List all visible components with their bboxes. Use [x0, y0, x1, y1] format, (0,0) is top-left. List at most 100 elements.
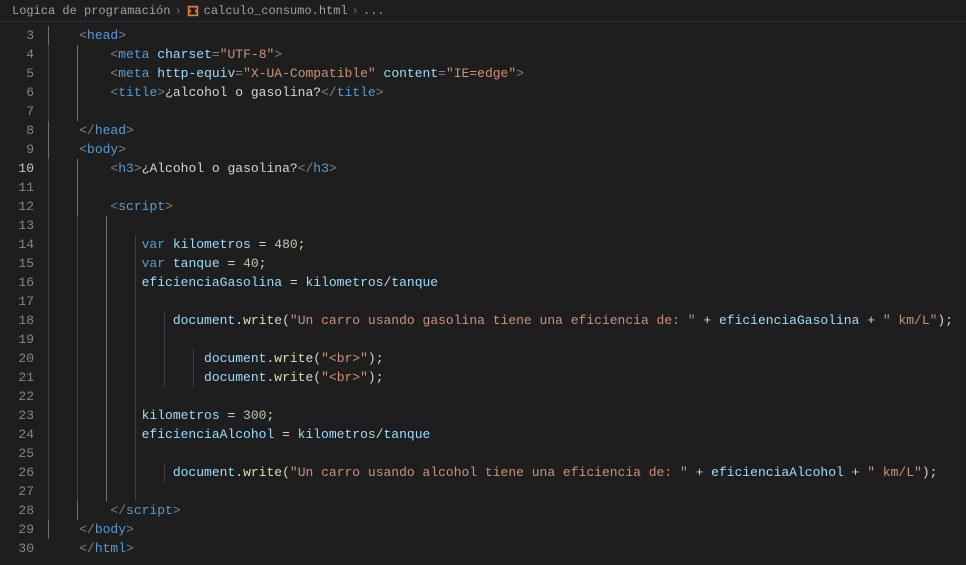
code-line[interactable]: <body> — [48, 140, 966, 159]
code-line[interactable]: document.write("Un carro usando gasolina… — [48, 311, 966, 330]
code-token: </ — [79, 541, 95, 556]
code-token: body — [87, 142, 118, 157]
indent-guide — [77, 368, 78, 387]
code-line[interactable]: <meta charset="UTF-8"> — [48, 45, 966, 64]
code-token: tanque — [383, 427, 430, 442]
code-line[interactable] — [48, 102, 966, 121]
code-line[interactable] — [48, 330, 966, 349]
code-token — [165, 237, 173, 252]
line-number: 23 — [0, 406, 34, 425]
indent-guide — [135, 273, 136, 292]
line-number: 10 — [0, 159, 34, 178]
code-token: title — [118, 85, 157, 100]
indent-guide — [193, 368, 194, 387]
indent-guide — [48, 159, 49, 178]
code-token — [48, 28, 79, 43]
code-line[interactable]: <h3>¿Alcohol o gasolina?</h3> — [48, 159, 966, 178]
indent-guide — [48, 520, 49, 539]
code-line[interactable]: eficienciaAlcohol = kilometros/tanque — [48, 425, 966, 444]
code-token: ( — [282, 313, 290, 328]
code-token: html — [95, 541, 126, 556]
indent-guide — [77, 254, 78, 273]
code-line[interactable]: </html> — [48, 539, 966, 558]
code-token: > — [134, 161, 142, 176]
line-number: 11 — [0, 178, 34, 197]
code-line[interactable]: </head> — [48, 121, 966, 140]
code-line[interactable]: <head> — [48, 26, 966, 45]
code-line[interactable]: <meta http-equiv="X-UA-Compatible" conte… — [48, 64, 966, 83]
line-number: 28 — [0, 501, 34, 520]
indent-guide — [48, 83, 49, 102]
indent-guide — [164, 463, 165, 482]
indent-guide — [48, 406, 49, 425]
code-token: write — [243, 313, 282, 328]
breadcrumb-tail[interactable]: ... — [363, 4, 385, 18]
code-line[interactable]: document.write("Un carro usando alcohol … — [48, 463, 966, 482]
code-token: 300 — [243, 408, 266, 423]
code-area[interactable]: <head> <meta charset="UTF-8"> <meta http… — [48, 22, 966, 565]
code-line[interactable] — [48, 292, 966, 311]
code-token — [48, 541, 79, 556]
code-line[interactable]: </script> — [48, 501, 966, 520]
code-line[interactable]: <title>¿alcohol o gasolina?</title> — [48, 83, 966, 102]
indent-guide — [106, 273, 107, 292]
line-number: 21 — [0, 368, 34, 387]
code-line[interactable]: var tanque = 40; — [48, 254, 966, 273]
code-token: script — [126, 503, 173, 518]
code-token — [48, 427, 142, 442]
code-token: 40 — [243, 256, 259, 271]
indent-guide — [77, 444, 78, 463]
indent-guide — [135, 254, 136, 273]
code-token: ¿Alcohol o gasolina? — [142, 161, 298, 176]
code-line[interactable]: </body> — [48, 520, 966, 539]
indent-guide — [135, 235, 136, 254]
code-editor[interactable]: 3456789101112131415161718192021222324252… — [0, 22, 966, 565]
code-token: document — [173, 465, 235, 480]
code-token: </ — [321, 85, 337, 100]
code-token: </ — [110, 503, 126, 518]
code-token: = — [274, 427, 297, 442]
code-token — [48, 408, 142, 423]
breadcrumb[interactable]: Logica de programación › calculo_consumo… — [0, 0, 966, 22]
indent-guide — [164, 349, 165, 368]
code-line[interactable]: document.write("<br>"); — [48, 349, 966, 368]
code-line[interactable]: document.write("<br>"); — [48, 368, 966, 387]
code-token: . — [235, 465, 243, 480]
code-line[interactable] — [48, 482, 966, 501]
code-token — [48, 465, 173, 480]
code-token: = — [212, 47, 220, 62]
code-token: ); — [937, 313, 953, 328]
line-number: 26 — [0, 463, 34, 482]
indent-guide — [135, 444, 136, 463]
indent-guide — [77, 235, 78, 254]
code-token: ); — [922, 465, 938, 480]
indent-guide — [77, 501, 78, 520]
indent-guide — [106, 292, 107, 311]
code-line[interactable] — [48, 216, 966, 235]
line-number: 14 — [0, 235, 34, 254]
code-token: = — [235, 66, 243, 81]
indent-guide — [77, 292, 78, 311]
indent-guide — [135, 330, 136, 349]
indent-guide — [135, 463, 136, 482]
code-token — [376, 66, 384, 81]
code-token — [48, 66, 110, 81]
code-line[interactable] — [48, 444, 966, 463]
code-line[interactable] — [48, 178, 966, 197]
code-line[interactable]: var kilometros = 480; — [48, 235, 966, 254]
code-token: eficienciaGasolina — [142, 275, 282, 290]
code-token — [48, 522, 79, 537]
code-line[interactable]: kilometros = 300; — [48, 406, 966, 425]
code-line[interactable]: eficienciaGasolina = kilometros/tanque — [48, 273, 966, 292]
indent-guide — [48, 178, 49, 197]
indent-guide — [106, 425, 107, 444]
code-token: var — [142, 237, 165, 252]
code-token: > — [516, 66, 524, 81]
code-line[interactable] — [48, 387, 966, 406]
code-line[interactable]: <script> — [48, 197, 966, 216]
breadcrumb-file[interactable]: calculo_consumo.html — [204, 4, 348, 18]
code-token: var — [142, 256, 165, 271]
breadcrumb-folder[interactable]: Logica de programación — [12, 4, 170, 18]
code-token — [48, 47, 110, 62]
indent-guide — [106, 349, 107, 368]
